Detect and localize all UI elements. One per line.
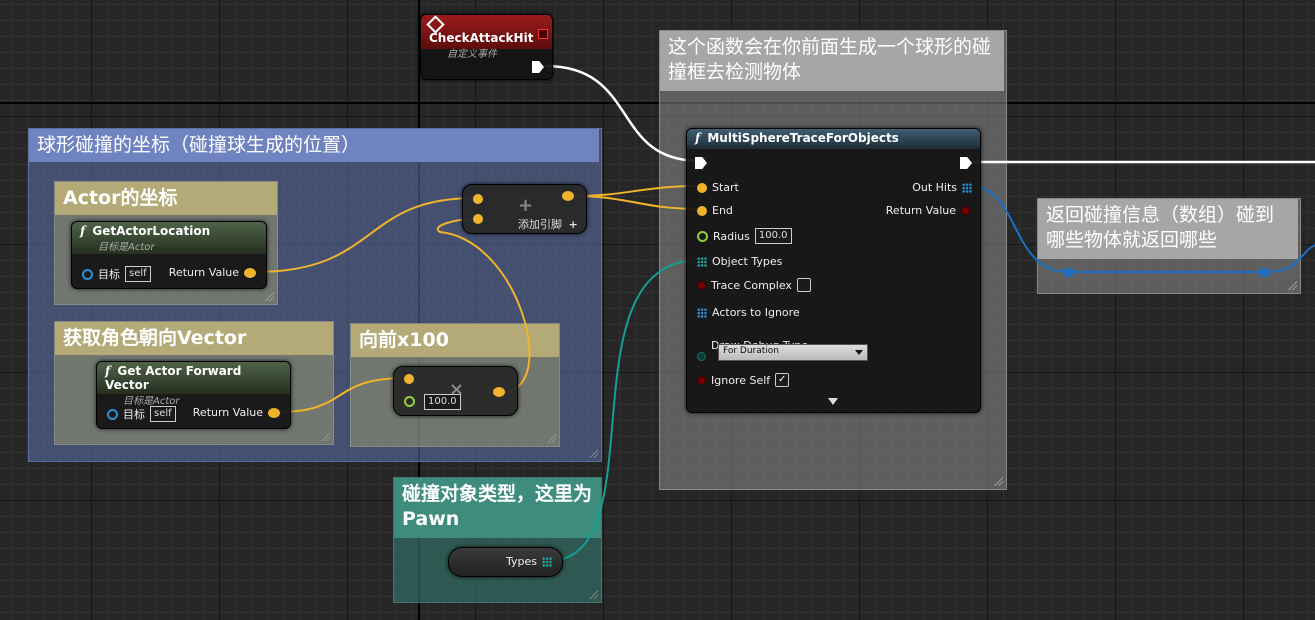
object-types-label: Object Types [712,255,783,268]
array-out-pin-icon[interactable] [542,556,552,567]
float-in-pin-icon[interactable] [697,230,708,242]
exec-out-pin-icon[interactable] [960,157,972,169]
reroute-knot-icon [1260,268,1269,277]
radius-pin-label: Radius [713,229,750,243]
vector-in-pin-icon[interactable] [404,374,414,384]
delegate-pin-icon[interactable] [538,29,548,39]
return-value-pin-row[interactable]: Return Value [193,406,280,419]
object-wire-types-to-trace [547,259,701,562]
get-actor-forward-vector-node[interactable]: f Get Actor Forward Vector 目标是Actor 目标 s… [96,361,291,429]
bool-in-pin-icon[interactable] [697,280,706,290]
forward-vector-header: f Get Actor Forward Vector 目标是Actor [97,362,290,407]
expand-advanced-chevron-icon[interactable] [828,398,838,405]
types-label: Types [506,555,537,568]
exec-out-pin-icon[interactable] [532,61,544,73]
bool-out-pin-icon[interactable] [961,206,970,215]
ignore-self-checkbox[interactable]: ✓ [775,373,790,387]
function-icon: f [105,364,111,378]
trace-complex-pin-row[interactable]: Trace Complex [697,278,811,292]
function-icon: f [695,131,701,145]
radius-pin-row[interactable]: Radius 100.0 [697,228,792,244]
draw-debug-value: For Duration [723,346,780,356]
wire-layer [254,64,1315,562]
return-value-label: Return Value [168,266,239,279]
vector-in-pin-a-icon[interactable] [473,194,483,204]
plus-icon: + [568,218,578,231]
vector-in-pin-b-icon[interactable] [473,214,483,224]
draw-debug-dropdown[interactable]: For Duration [718,344,868,361]
reroute-knot-icon [1064,268,1073,277]
return-value-pin-row[interactable]: Return Value [886,204,970,217]
target-self-value[interactable]: self [150,406,176,422]
multiply-operator-icon: × [449,379,465,400]
target-pin-label: 目标 [98,268,120,281]
vector-in-pin-icon[interactable] [697,205,707,216]
enum-in-pin-icon[interactable] [697,352,706,361]
target-self-value[interactable]: self [125,266,151,282]
add-operator-icon: + [518,195,534,216]
event-node-title: CheckAttackHit [429,31,534,45]
exec-wire-event-to-trace [544,64,701,163]
event-node-check-attack-hit[interactable]: CheckAttackHit 自定义事件 [420,14,553,80]
get-actor-location-node[interactable]: f GetActorLocation 目标是Actor 目标 self Retu… [71,221,267,289]
forward-vector-subtitle: 目标是Actor [123,396,180,407]
return-value-pin-row[interactable]: Return Value [169,266,256,279]
array-in-pin-icon[interactable] [697,256,707,267]
forward-vector-title: Get Actor Forward Vector [105,364,242,392]
target-pin-row[interactable]: 目标 self [82,266,151,282]
get-actor-location-header: f GetActorLocation 目标是Actor [72,222,266,254]
vector-multiply-node[interactable]: 100.0 × [393,366,518,416]
types-pin-row[interactable]: Types [506,555,552,568]
out-hits-label: Out Hits [912,181,957,194]
end-pin-label: End [712,204,733,217]
add-pin-button[interactable]: 添加引脚 + [518,216,578,232]
get-actor-location-title: GetActorLocation [92,224,211,238]
trace-node-title: MultiSphereTraceForObjects [707,131,899,145]
vector-out-pin-icon[interactable] [268,407,280,418]
actors-ignore-pin-row[interactable]: Actors to Ignore [697,306,800,319]
add-pin-label: 添加引脚 [518,218,562,231]
vector-in-pin-icon[interactable] [697,182,707,193]
end-pin-row[interactable]: End [697,204,733,217]
target-pin-row[interactable]: 目标 self [107,406,176,422]
vector-wire-forward-to-multiply [277,377,406,413]
float-in-pin-icon[interactable] [404,396,415,407]
object-pin-icon[interactable] [82,268,93,280]
target-pin-label: 目标 [123,408,145,421]
exec-in-pin-icon[interactable] [695,157,707,169]
out-hits-pin-row[interactable]: Out Hits [912,181,972,194]
multi-sphere-trace-node[interactable]: f MultiSphereTraceForObjects Start End R… [686,128,981,413]
return-value-label: Return Value [885,204,956,217]
trace-complex-label: Trace Complex [711,278,792,292]
start-pin-row[interactable]: Start [697,181,739,194]
object-pin-icon[interactable] [107,408,118,420]
vector-wire-add-to-start [571,185,701,197]
function-icon: f [80,224,86,238]
ignore-self-label: Ignore Self [711,373,771,387]
get-actor-location-subtitle: 目标是Actor [98,242,155,253]
vector-add-node[interactable]: + 添加引脚 + [462,184,587,234]
start-pin-label: Start [712,181,739,194]
vector-out-pin-icon[interactable] [562,191,574,201]
bool-in-pin-icon[interactable] [697,375,706,385]
vector-out-pin-icon[interactable] [244,267,256,278]
vector-wire-location-to-add [254,197,476,273]
event-node-subtitle: 自定义事件 [447,49,497,60]
vector-out-pin-icon[interactable] [493,387,505,397]
return-value-label: Return Value [192,406,263,419]
trace-node-header: f MultiSphereTraceForObjects [687,129,980,149]
event-node-header: CheckAttackHit 自定义事件 [421,15,552,60]
array-in-pin-icon[interactable] [697,307,707,318]
array-wire-out-hits [969,185,1315,273]
actors-ignore-label: Actors to Ignore [712,306,800,319]
vector-wire-add-to-end [571,195,701,210]
array-out-pin-icon[interactable] [962,182,972,193]
object-types-pin-row[interactable]: Object Types [697,255,782,268]
chevron-down-icon [855,350,863,355]
ignore-self-pin-row[interactable]: Ignore Self ✓ [697,373,790,387]
trace-complex-checkbox[interactable] [796,278,811,292]
object-types-variable-node[interactable]: Types [448,547,563,577]
radius-value-input[interactable]: 100.0 [754,228,792,244]
